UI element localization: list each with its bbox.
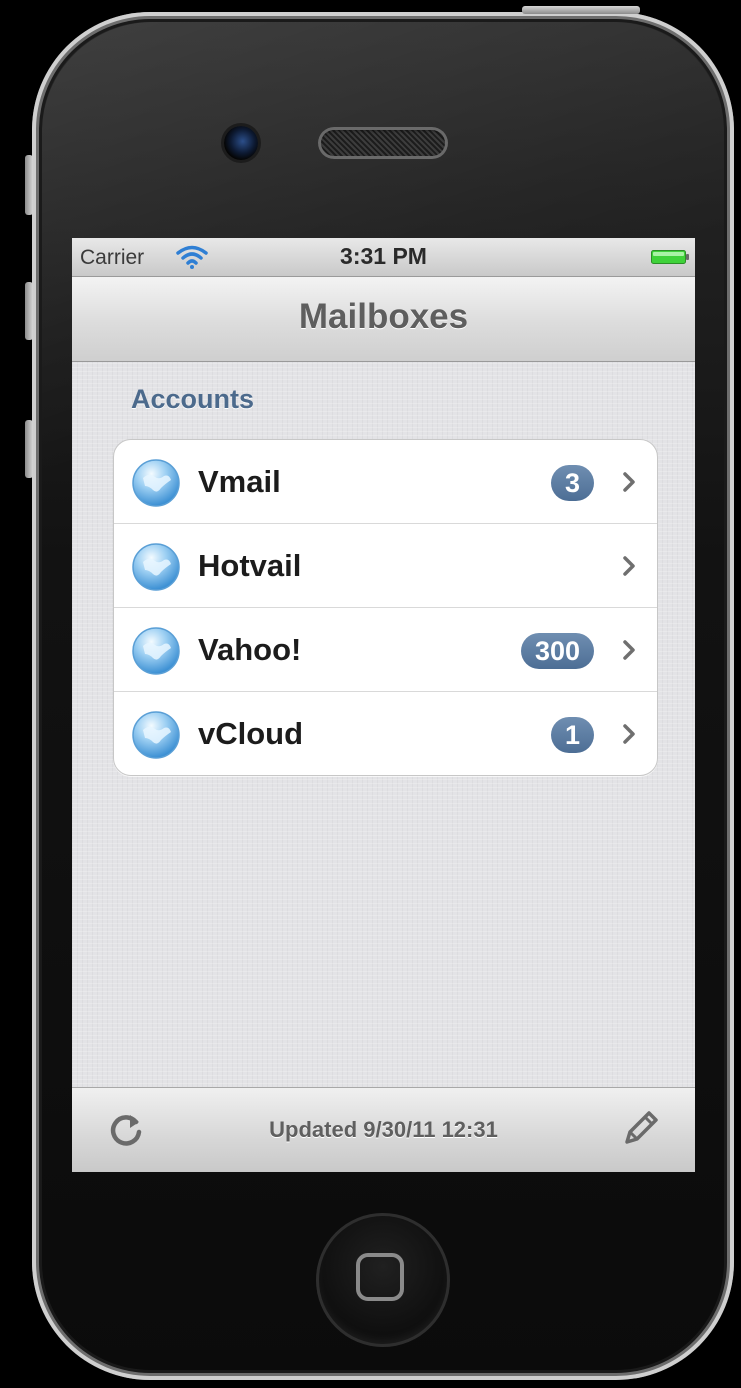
- status-bar: Carrier 3:31 PM: [72, 238, 695, 277]
- unread-count-badge: 300: [520, 633, 594, 669]
- front-camera-icon: [224, 126, 258, 160]
- chevron-right-icon: [623, 640, 635, 660]
- earpiece-speaker-icon: [318, 127, 448, 159]
- accounts-section-header: Accounts: [131, 384, 255, 414]
- compose-icon[interactable]: [619, 1108, 661, 1150]
- account-row-vahoo[interactable]: Vahoo! 300: [114, 608, 657, 692]
- account-label: Vmail: [198, 464, 281, 499]
- home-button-icon: [356, 1253, 404, 1301]
- accounts-table: Vmail 3 Hotvail Vahoo! 300 vCloud 1: [113, 439, 658, 776]
- page-title: Mailboxes: [298, 297, 469, 336]
- volume-up-button: [25, 282, 33, 340]
- status-time: 3:31 PM: [340, 243, 427, 269]
- unread-count-badge: 1: [550, 717, 594, 753]
- sleep-wake-button: [522, 6, 640, 14]
- bottom-toolbar: Updated 9/30/11 12:31: [72, 1087, 695, 1172]
- chevron-right-icon: [623, 556, 635, 576]
- account-row-vmail[interactable]: Vmail 3: [114, 440, 657, 524]
- unread-count-badge: 3: [550, 465, 594, 501]
- battery-icon: [651, 250, 689, 264]
- stage: Carrier 3:31 PM Mailboxes Accounts Vmail…: [0, 0, 741, 1388]
- navigation-bar: Mailboxes: [72, 277, 695, 362]
- globe-icon: [132, 459, 180, 507]
- globe-icon: [132, 543, 180, 591]
- globe-icon: [132, 627, 180, 675]
- account-label: Vahoo!: [198, 632, 302, 667]
- volume-down-button: [25, 420, 33, 478]
- mute-switch: [25, 155, 33, 215]
- screen: Carrier 3:31 PM Mailboxes Accounts Vmail…: [72, 238, 695, 1172]
- account-label: Hotvail: [198, 548, 302, 583]
- globe-icon: [132, 711, 180, 759]
- chevron-right-icon: [623, 472, 635, 492]
- last-updated-label: Updated 9/30/11 12:31: [269, 1117, 498, 1142]
- account-row-hotvail[interactable]: Hotvail: [114, 524, 657, 608]
- account-label: vCloud: [198, 716, 304, 751]
- chevron-right-icon: [623, 724, 635, 744]
- account-row-vcloud[interactable]: vCloud 1: [114, 692, 657, 775]
